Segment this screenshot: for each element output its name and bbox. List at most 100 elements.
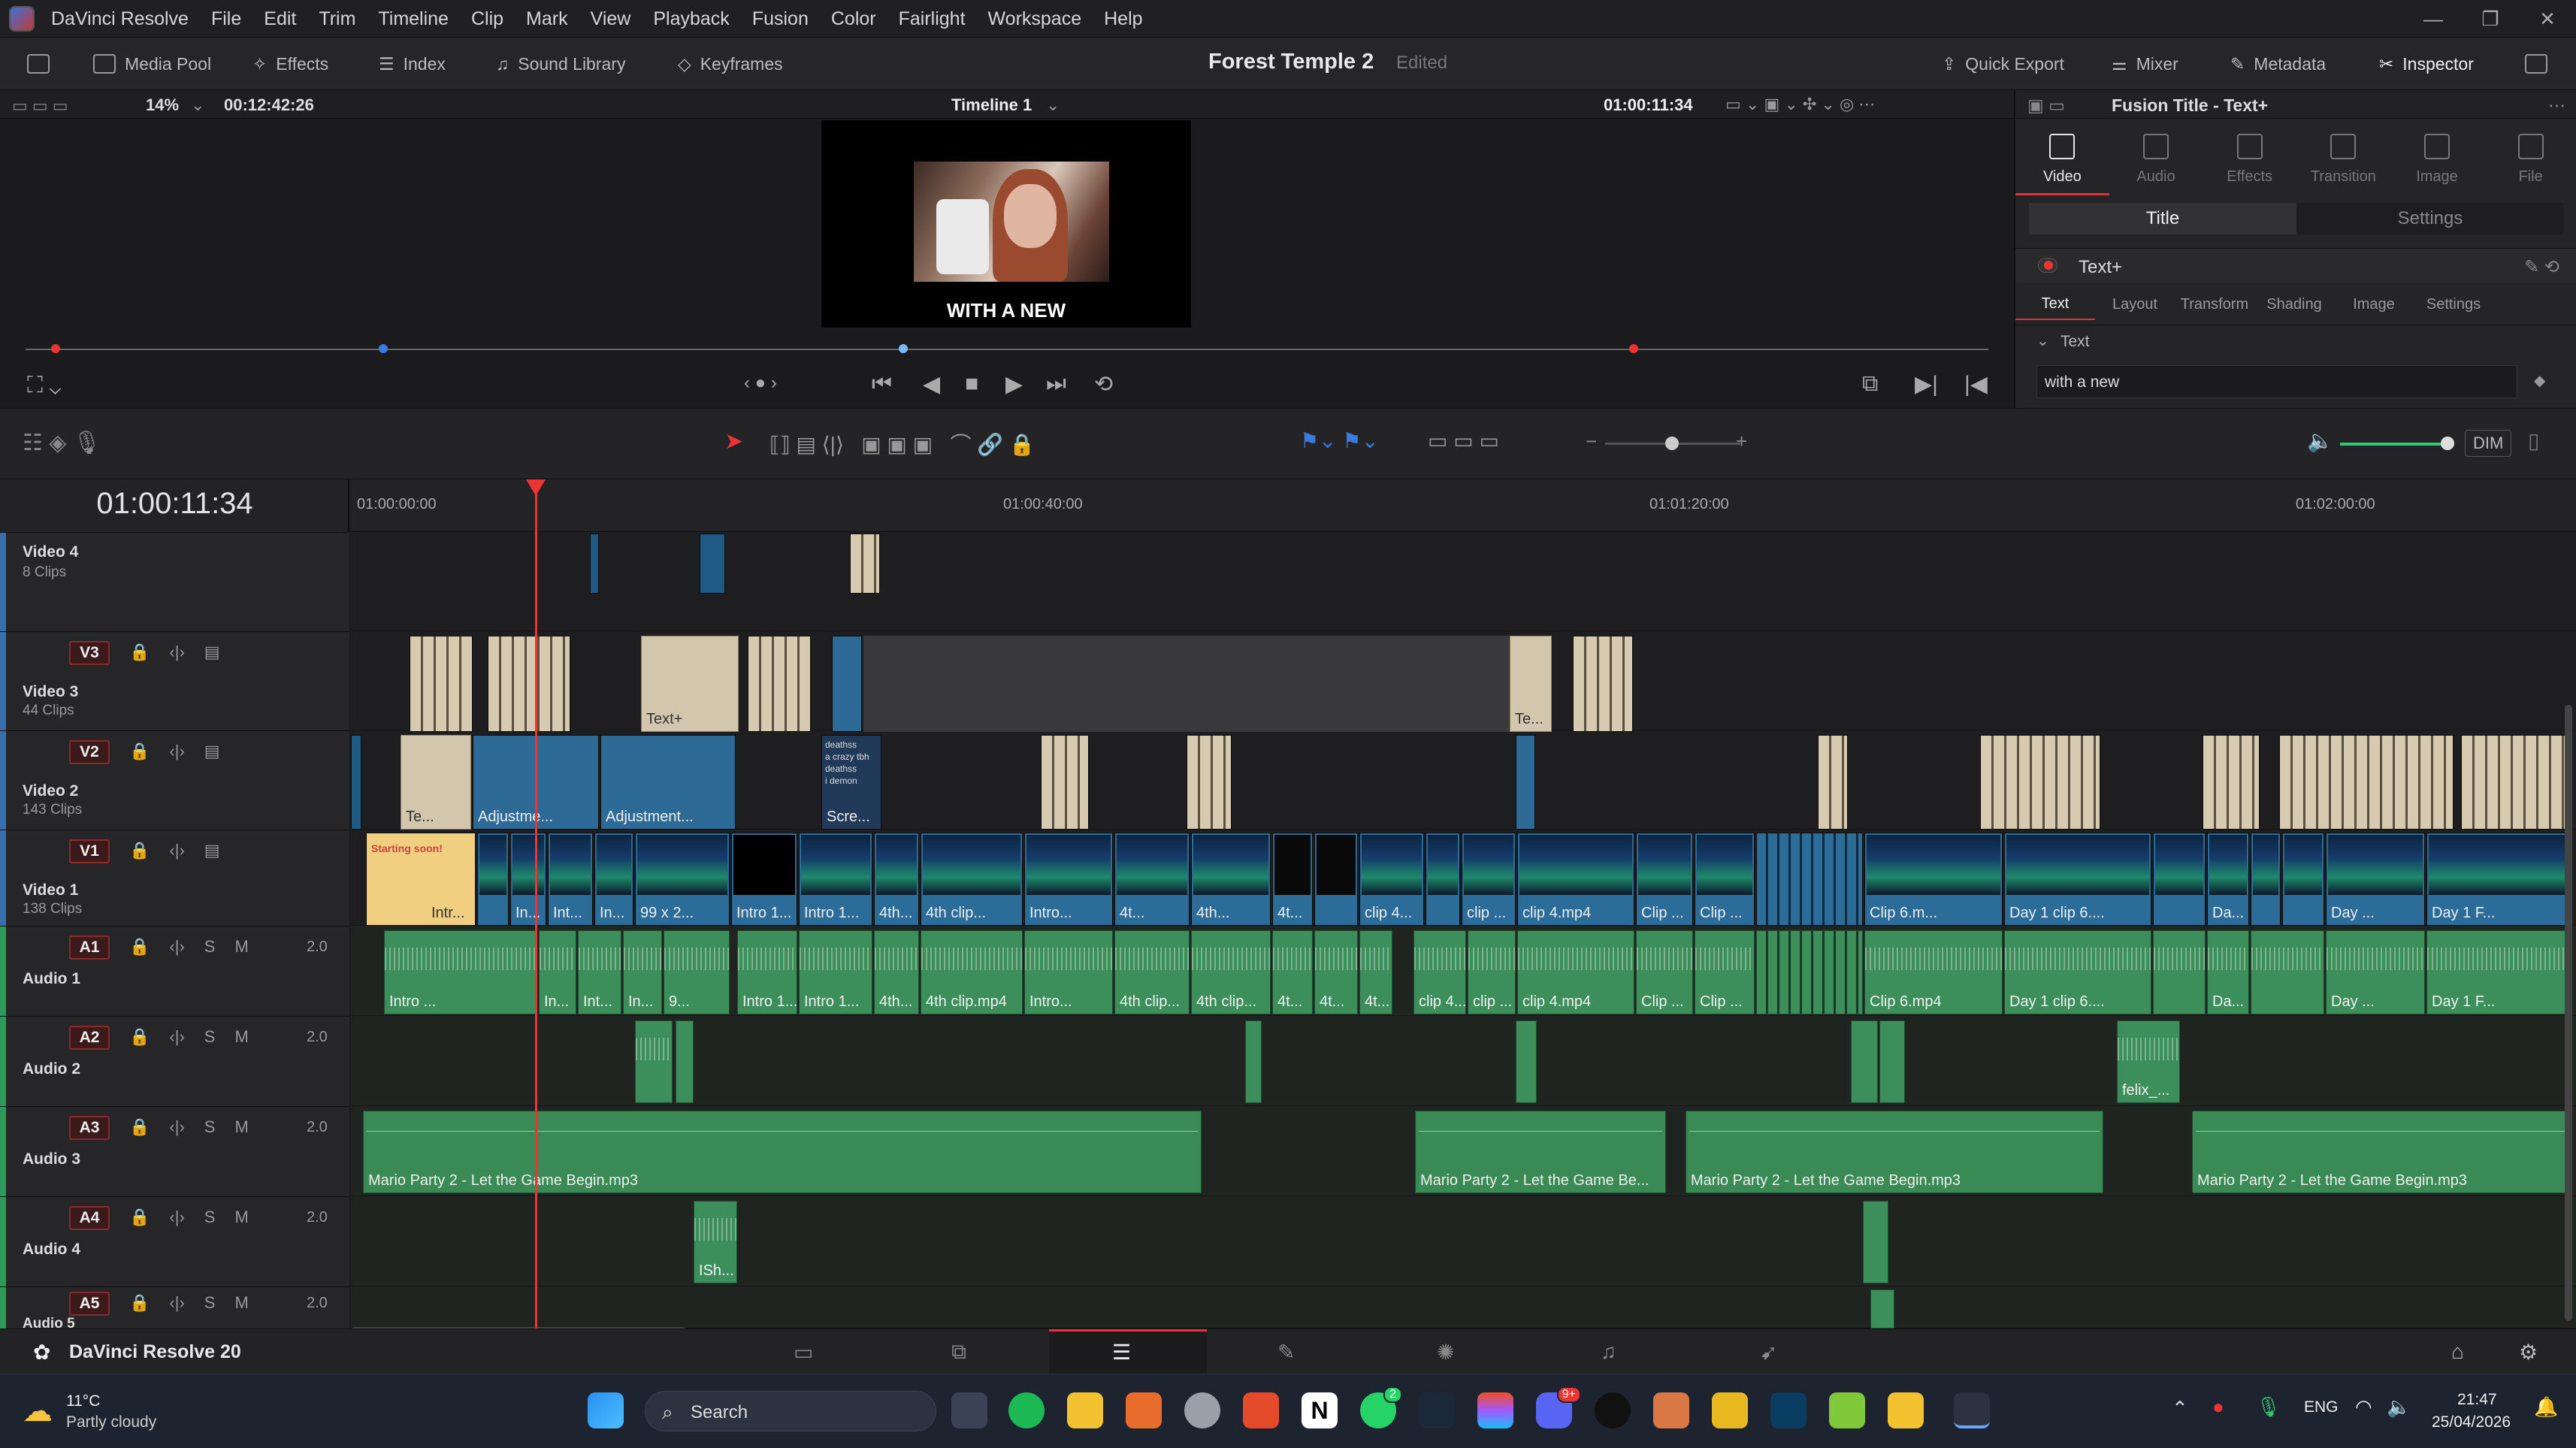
timeline-gap[interactable] — [863, 636, 1514, 732]
inspector-tab-video[interactable]: Video — [2015, 120, 2109, 195]
timeline-clip-video[interactable]: 4t... — [1272, 833, 1313, 926]
auto-select-icon[interactable]: ‹|› — [169, 841, 184, 860]
mute-icon[interactable]: M — [234, 1117, 248, 1137]
scrub-bar[interactable] — [26, 349, 1988, 350]
lock-icon[interactable]: 🔒 — [129, 1027, 150, 1047]
timeline-clip-adjustment[interactable]: Adjustment... — [600, 735, 736, 830]
timeline-clip-audio[interactable]: 4th... — [874, 930, 919, 1014]
timeline-clip-video[interactable]: Day ... — [2326, 833, 2425, 926]
whatsapp-icon[interactable]: 2 — [1360, 1386, 1402, 1428]
auto-select-icon[interactable]: ‹|› — [169, 1117, 184, 1137]
timeline-clip-video[interactable]: 4th... — [1191, 833, 1271, 926]
timeline-clip-audio[interactable]: 4th clip... — [1114, 930, 1190, 1014]
timeline-clip-audio[interactable]: In... — [539, 930, 576, 1014]
inspector-tab-audio[interactable]: Audio — [2109, 120, 2203, 195]
zoom-level[interactable]: 14% — [146, 95, 179, 115]
timeline-clip-audio[interactable]: 4t... — [1314, 930, 1358, 1014]
timeline-clip[interactable] — [590, 534, 599, 594]
track-enable-icon[interactable]: ▤ — [204, 841, 220, 860]
timeline-clip-video[interactable]: In... — [594, 833, 633, 926]
microphone-icon[interactable]: 🎙 — [2256, 1395, 2281, 1419]
auto-select-icon[interactable]: ‹|› — [169, 1027, 184, 1047]
notification-bell-icon[interactable]: 🔔 — [2534, 1395, 2558, 1419]
inspector-tab-image[interactable]: Image — [2390, 120, 2484, 195]
timeline-clip-audio[interactable]: Intro ... — [384, 930, 537, 1014]
track-header-a1[interactable]: A1 🔒 ‹|› S M 2.0 Audio 1 — [0, 926, 349, 1017]
timeline-clip-audio[interactable] — [676, 1020, 694, 1103]
track-controls[interactable]: 🔒 ‹|› S M — [129, 937, 249, 957]
track-controls[interactable]: 🔒 ‹|› ▤ — [129, 742, 220, 761]
solo-icon[interactable]: S — [204, 1027, 216, 1047]
subtab-image[interactable]: Image — [2334, 296, 2414, 313]
timeline-clip-audio[interactable] — [1851, 1020, 1878, 1103]
timeline-clip-screen[interactable]: deathss a crazy tbh deathss i demon Scre… — [821, 735, 881, 830]
app-icon[interactable] — [1829, 1392, 1865, 1428]
track-header-v4[interactable]: Video 4 8 Clips — [0, 532, 349, 632]
segment-title[interactable]: Title — [2029, 203, 2296, 234]
mute-icon[interactable]: M — [234, 1027, 248, 1047]
timeline-clip-video[interactable]: Day 1 clip 6.... — [2004, 833, 2151, 926]
reset-icon[interactable]: ✎ ⟲ — [2524, 256, 2559, 278]
lock-icon[interactable]: 🔒 — [129, 742, 150, 761]
page-color-icon[interactable]: ✺ — [1437, 1340, 1454, 1365]
page-fairlight-icon[interactable]: ♫ — [1601, 1340, 1616, 1364]
mute-icon[interactable]: M — [234, 1293, 248, 1313]
timeline-clip-video[interactable]: clip ... — [1462, 833, 1516, 926]
timeline-clip-audio[interactable] — [635, 1020, 673, 1103]
solo-icon[interactable]: S — [204, 937, 216, 957]
timeline-clip-audio[interactable]: felix_... — [2117, 1020, 2180, 1103]
menu-color[interactable]: Color — [831, 8, 876, 30]
timeline-clip-audio[interactable]: Intro 1... — [737, 930, 797, 1014]
menu-view[interactable]: View — [591, 8, 631, 30]
auto-select-icon[interactable]: ‹|› — [169, 742, 184, 761]
page-media-icon[interactable]: ▭ — [794, 1340, 813, 1365]
track-header-a3[interactable]: A3 🔒 ‹|› S M 2.0 Audio 3 — [0, 1106, 349, 1197]
timeline-clip[interactable] — [1516, 735, 1535, 830]
lock-icon[interactable]: 🔒 — [129, 937, 150, 957]
solo-icon[interactable]: S — [204, 1117, 216, 1137]
taskbar-search[interactable]: ⌕ Search — [645, 1391, 936, 1431]
menu-trim[interactable]: Trim — [319, 8, 355, 30]
stop-icon[interactable]: ■ — [965, 371, 978, 397]
timeline-clip-audio[interactable]: Intro... — [1024, 930, 1113, 1014]
zoom-out-icon[interactable]: − — [1586, 430, 1597, 453]
timeline-clip-video[interactable]: 4t... — [1114, 833, 1190, 926]
lock-icon[interactable]: 🔒 — [129, 841, 150, 860]
inspector-tab-file[interactable]: File — [2484, 120, 2576, 195]
inspector-options-icon[interactable]: ⋯ — [2548, 95, 2565, 116]
timeline-clip[interactable] — [2279, 735, 2454, 830]
solo-icon[interactable]: S — [204, 1208, 216, 1227]
timeline-clip-audio[interactable]: In... — [623, 930, 662, 1014]
timeline-clip-audio[interactable] — [1245, 1020, 1262, 1103]
settings-icon[interactable] — [1184, 1392, 1220, 1428]
marker-red[interactable] — [51, 344, 60, 353]
close-icon[interactable]: ✕ — [2519, 0, 2576, 38]
language-indicator[interactable]: ENG — [2304, 1398, 2339, 1416]
track-enable-icon[interactable]: ▤ — [204, 642, 220, 662]
menu-fairlight[interactable]: Fairlight — [899, 8, 966, 30]
microsoft-store-icon[interactable] — [1126, 1392, 1162, 1428]
timeline-clip-video[interactable] — [2153, 833, 2206, 926]
timeline-clip-audio[interactable]: ISh... — [694, 1201, 737, 1283]
timeline-clip-music[interactable]: Mario Party 2 - Let the Game Begin.mp3 — [2192, 1111, 2572, 1193]
timeline-clip-video[interactable]: Int... — [548, 833, 593, 926]
timeline-clip[interactable] — [488, 636, 570, 732]
timeline-clip-video[interactable]: Starting soon! Intr... — [366, 833, 476, 926]
track-id-badge[interactable]: V2 — [69, 740, 110, 764]
timeline-clip-video[interactable] — [1426, 833, 1460, 926]
timeline-clip-audio[interactable]: Day 1 clip 6.... — [2004, 930, 2151, 1014]
timeline-clip-video[interactable]: Intro 1... — [731, 833, 797, 926]
marker-red[interactable] — [1629, 344, 1638, 353]
claude-icon[interactable] — [1653, 1392, 1689, 1428]
jog-control[interactable]: ‹ ● › — [744, 373, 777, 394]
timeline-clip[interactable] — [2461, 735, 2566, 830]
timeline-clip[interactable] — [1980, 735, 2100, 830]
flag-icon[interactable]: ⚑⌄ ⚑⌄ — [1300, 428, 1379, 453]
track-id-badge[interactable]: A3 — [69, 1116, 110, 1140]
track-controls[interactable]: 🔒 ‹|› ▤ — [129, 642, 220, 662]
file-explorer-icon[interactable] — [1067, 1392, 1103, 1428]
timeline-clip-video[interactable]: 99 x 2... — [635, 833, 730, 926]
timeline-clip-text[interactable]: Te... — [1510, 636, 1552, 732]
track-header-a2[interactable]: A2 🔒 ‹|› S M 2.0 Audio 2 — [0, 1016, 349, 1107]
timeline-clip[interactable] — [351, 735, 361, 830]
